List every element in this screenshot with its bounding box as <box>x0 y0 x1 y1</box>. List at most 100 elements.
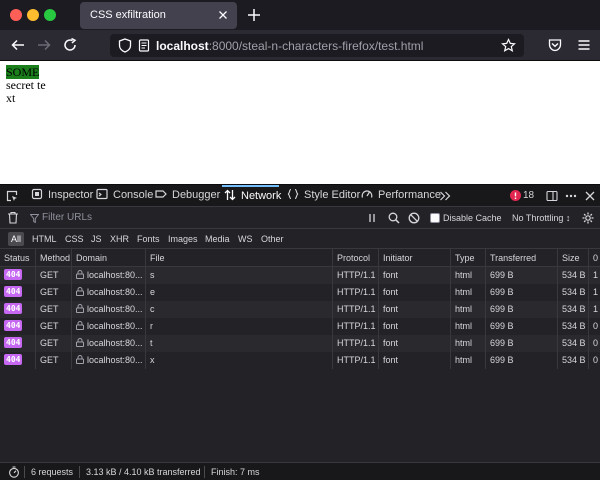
cell-method: GET <box>35 335 71 352</box>
request-table-header: Status Method Domain File Protocol Initi… <box>0 249 600 267</box>
filter-css[interactable]: CSS <box>62 232 87 246</box>
dock-side-icon[interactable] <box>546 190 558 202</box>
shield-icon[interactable] <box>118 38 132 53</box>
column-timeline[interactable]: 0 n <box>588 249 600 267</box>
status-badge: 404 <box>4 337 23 348</box>
gear-icon[interactable] <box>582 212 594 224</box>
tab-network[interactable]: Network <box>222 185 281 207</box>
reload-icon[interactable] <box>62 37 78 53</box>
cell-timeline: 0 <box>588 318 600 335</box>
cell-domain: localhost:80... <box>71 301 145 318</box>
column-transferred[interactable]: Transferred <box>485 249 557 267</box>
url-bar[interactable]: localhost:8000/steal-n-characters-firefo… <box>110 34 524 57</box>
devtools-panel: Inspector Console Debugger Network Style… <box>0 184 600 480</box>
column-initiator[interactable]: Initiator <box>378 249 450 267</box>
cell-initiator: font <box>378 335 450 352</box>
pocket-icon[interactable] <box>547 37 563 53</box>
cell-file: r <box>145 318 332 335</box>
more-options-icon[interactable] <box>565 190 577 202</box>
disable-cache-label: Disable Cache <box>443 213 502 223</box>
cell-status: 404 <box>0 284 35 301</box>
tab-style-editor[interactable]: Style Editor <box>287 185 360 207</box>
menu-hamburger-icon[interactable] <box>576 37 592 53</box>
filter-html[interactable]: HTML <box>29 232 60 246</box>
column-status[interactable]: Status <box>0 249 35 267</box>
table-row[interactable]: 404 GET localhost:80... c HTTP/1.1 font … <box>0 301 600 318</box>
browser-tab[interactable]: CSS exfiltration <box>80 2 237 29</box>
page-info-icon[interactable] <box>138 39 150 52</box>
page-text-line: xt <box>6 91 16 105</box>
more-tabs-chevron-icon[interactable] <box>439 190 451 202</box>
cell-type: html <box>450 301 485 318</box>
cell-type: html <box>450 318 485 335</box>
back-arrow-icon[interactable] <box>10 37 26 53</box>
error-icon[interactable] <box>510 190 521 201</box>
filter-xhr[interactable]: XHR <box>107 232 132 246</box>
new-tab-plus-icon[interactable] <box>246 7 262 23</box>
filter-fonts[interactable]: Fonts <box>134 232 163 246</box>
tab-label: Debugger <box>172 189 221 201</box>
separator <box>79 466 80 478</box>
zoom-window-button[interactable] <box>44 9 56 21</box>
throttling-select[interactable]: No Throttling ↕ <box>512 207 570 229</box>
cell-transferred: 699 B <box>485 267 557 284</box>
tab-label: Inspector <box>48 189 94 201</box>
close-devtools-icon[interactable] <box>584 190 596 202</box>
lock-icon <box>76 338 84 347</box>
cell-method: GET <box>35 318 71 335</box>
page-content: SOME secret te xt <box>0 61 600 184</box>
devtools-toolbar: Inspector Console Debugger Network Style… <box>0 185 600 207</box>
filter-images[interactable]: Images <box>165 232 201 246</box>
column-protocol[interactable]: Protocol <box>332 249 378 267</box>
filter-media[interactable]: Media <box>202 232 233 246</box>
bookmark-star-icon[interactable] <box>501 38 516 53</box>
filter-all[interactable]: All <box>8 232 25 246</box>
tab-console[interactable]: Console <box>96 185 153 207</box>
column-size[interactable]: Size <box>557 249 588 267</box>
error-count: 18 <box>523 190 535 201</box>
filter-other[interactable]: Other <box>258 232 287 246</box>
minimize-window-button[interactable] <box>27 9 39 21</box>
cell-domain: localhost:80... <box>71 352 145 369</box>
cell-transferred: 699 B <box>485 301 557 318</box>
status-badge: 404 <box>4 303 23 314</box>
close-window-button[interactable] <box>10 9 22 21</box>
tab-performance[interactable]: Performance <box>361 185 441 207</box>
column-file[interactable]: File <box>145 249 332 267</box>
domain-text: localhost:80... <box>87 321 143 331</box>
table-row[interactable]: 404 GET localhost:80... x HTTP/1.1 font … <box>0 352 600 369</box>
status-badge: 404 <box>4 354 23 365</box>
cell-initiator: font <box>378 284 450 301</box>
disable-cache-checkbox[interactable] <box>430 213 440 223</box>
search-icon[interactable] <box>388 212 400 224</box>
cell-file: c <box>145 301 332 318</box>
filter-urls-input[interactable]: Filter URLs <box>28 209 358 227</box>
inspector-icon <box>31 188 43 200</box>
funnel-icon <box>30 214 39 223</box>
highlighted-text: SOME <box>6 65 40 79</box>
tab-debugger[interactable]: Debugger <box>155 185 220 207</box>
tab-inspector[interactable]: Inspector <box>31 185 93 207</box>
cell-protocol: HTTP/1.1 <box>332 352 378 369</box>
element-picker-icon[interactable] <box>6 190 18 202</box>
table-row[interactable]: 404 GET localhost:80... t HTTP/1.1 font … <box>0 335 600 352</box>
close-icon[interactable] <box>216 8 230 22</box>
pause-icon[interactable] <box>367 213 377 223</box>
forward-arrow-icon[interactable] <box>36 37 52 53</box>
column-method[interactable]: Method <box>35 249 71 267</box>
table-row[interactable]: 404 GET localhost:80... s HTTP/1.1 font … <box>0 267 600 284</box>
cell-status: 404 <box>0 352 35 369</box>
trash-icon[interactable] <box>7 211 19 224</box>
column-type[interactable]: Type <box>450 249 485 267</box>
cell-initiator: font <box>378 267 450 284</box>
cell-domain: localhost:80... <box>71 267 145 284</box>
table-row[interactable]: 404 GET localhost:80... e HTTP/1.1 font … <box>0 284 600 301</box>
tab-label: Performance <box>378 189 441 201</box>
column-domain[interactable]: Domain <box>71 249 145 267</box>
block-icon[interactable] <box>408 212 420 224</box>
status-badge: 404 <box>4 320 23 331</box>
filter-js[interactable]: JS <box>88 232 105 246</box>
stopwatch-icon[interactable] <box>8 466 20 478</box>
table-row[interactable]: 404 GET localhost:80... r HTTP/1.1 font … <box>0 318 600 335</box>
filter-ws[interactable]: WS <box>235 232 256 246</box>
